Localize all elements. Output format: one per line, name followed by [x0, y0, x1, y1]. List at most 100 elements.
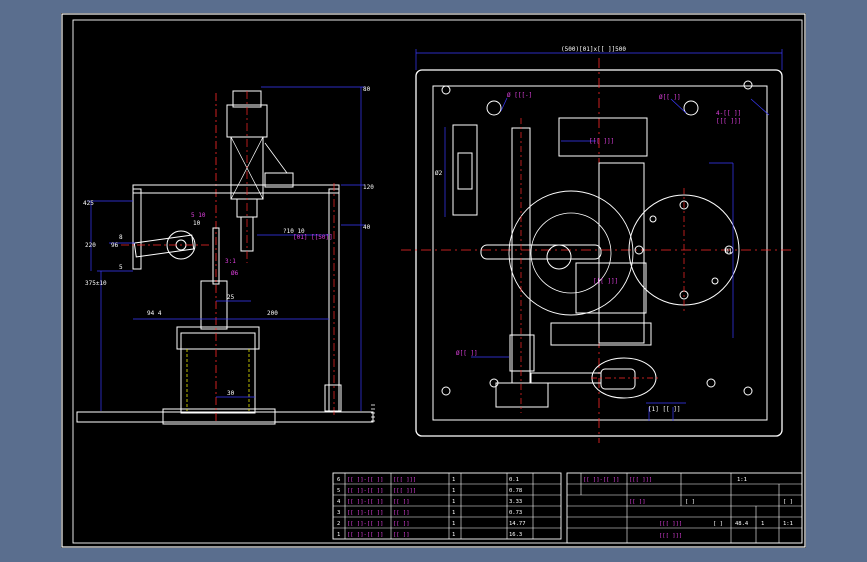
- plan-view: (500)[01]x[[ ]]500 Ø1 Ø2 [1] [[ ]] Ø [[[…: [401, 46, 793, 443]
- parts-cell-name: [[[ ]]]: [393, 477, 416, 483]
- left-guide: [452, 124, 478, 216]
- dim-right-top: 80: [363, 86, 371, 93]
- dim-bottom-width: 30: [227, 390, 235, 397]
- side-dim-text: 80 120 40 425 220 375±10 8 5 96 94 4 200…: [83, 86, 374, 397]
- tb-top-code: [[ ]]-[[ ]]: [583, 477, 619, 483]
- tb-sheet-a: [ ]: [713, 521, 723, 527]
- label-center-box: [[[ ]]]: [589, 138, 614, 145]
- left-guide-inner: [457, 152, 473, 190]
- parts-cell-weight: 0.1: [509, 477, 519, 483]
- label-cylinder-top: Ø6: [231, 270, 239, 277]
- dim-right-circle: Ø1: [725, 248, 733, 255]
- housing-bottom: [550, 322, 652, 346]
- parts-cell-weight: 3.33: [509, 499, 522, 505]
- housing-top: [558, 117, 648, 157]
- parts-cell-name: [[ ]]: [393, 499, 410, 505]
- parts-cell-code: [[ ]]-[[ ]]: [347, 532, 383, 538]
- parts-cell-code: [[ ]]-[[ ]]: [347, 488, 383, 494]
- dim-left-top: 425: [83, 200, 94, 207]
- parts-cell-no: 4: [337, 499, 341, 505]
- tb-scale-label: 1:1: [737, 477, 747, 483]
- parts-cell-qty: 1: [452, 521, 455, 527]
- column: [200, 280, 228, 330]
- label-pivot: [[[ ]]]: [593, 278, 618, 285]
- label-arm-note2: 3:1: [225, 258, 236, 265]
- housing-block: [575, 262, 647, 314]
- parts-cell-qty: 1: [452, 510, 455, 516]
- dim-arm-left: 94 4: [147, 310, 162, 317]
- tb-row2-right2: [ ]: [783, 499, 793, 505]
- label-plate-top-left: Ø [[[-]: [507, 92, 532, 99]
- lever-arm: [530, 372, 602, 384]
- bottom-bracket: [495, 382, 549, 408]
- label-arm-note: 5 10: [191, 212, 206, 219]
- tb-top-name: [[[ ]]]: [629, 477, 652, 483]
- label-center-hole: [01] [[50]]: [293, 234, 333, 241]
- dim-arm-small: 8: [119, 234, 123, 241]
- lever-slot: [600, 368, 636, 390]
- parts-cell-qty: 1: [452, 499, 455, 505]
- dim-bottom-small: [1] [[ ]]: [648, 406, 681, 413]
- parts-cell-weight: 0.78: [509, 488, 522, 494]
- arm-link: [133, 234, 195, 258]
- parts-cell-no: 5: [337, 488, 340, 494]
- tb-row2-right1: [ ]: [685, 499, 695, 505]
- parts-cell-name: [[ ]]: [393, 532, 410, 538]
- label-plate-top-right: Ø[[ ]]: [659, 94, 681, 101]
- link-bar: [480, 244, 602, 260]
- parts-cell-no: 3: [337, 510, 340, 516]
- dim-right-mid: 120: [363, 184, 374, 191]
- title-block: [[ ]]-[[ ]] [[[ ]]] [[[ ]]] [[[ ]]] [[ ]…: [566, 472, 803, 544]
- drawing-canvas[interactable]: 80 120 40 425 220 375±10 8 5 96 94 4 200…: [61, 13, 806, 548]
- dim-left-low: 375±10: [85, 280, 107, 287]
- parts-cell-qty: 1: [452, 488, 455, 494]
- side-centerlines: [121, 91, 248, 263]
- parts-cell-no: 6: [337, 477, 340, 483]
- parts-cell-name: [[[ ]]]: [393, 488, 416, 494]
- tb-title-sub: [[[ ]]]: [659, 533, 682, 539]
- tb-sheet-c: 1: [761, 521, 764, 527]
- side-dimensions: [87, 86, 365, 411]
- parts-cell-weight: 0.73: [509, 510, 522, 516]
- inner-border: [72, 19, 803, 544]
- left-disc-hub: [546, 244, 572, 270]
- dim-right-low: 40: [363, 224, 371, 231]
- parts-cell-no: 1: [337, 532, 340, 538]
- parts-cell-code: [[ ]]-[[ ]]: [347, 510, 383, 516]
- parts-cell-qty: 1: [452, 477, 455, 483]
- parts-cell-weight: 14.77: [509, 521, 526, 527]
- housing-center: [598, 162, 645, 344]
- parts-cell-name: [[ ]]: [393, 510, 410, 516]
- plan-inner-plate: [432, 85, 768, 421]
- plan-small-centerlines: [520, 118, 685, 413]
- parts-cell-code: [[ ]]-[[ ]]: [347, 477, 383, 483]
- parts-cell-weight: 16.3: [509, 532, 522, 538]
- dim-right-side-note: 10: [193, 220, 201, 227]
- cad-viewer: 80 120 40 425 220 375±10 8 5 96 94 4 200…: [0, 0, 867, 562]
- plan-dim-text: (500)[01]x[[ ]]500 Ø1 Ø2 [1] [[ ]]: [435, 46, 733, 413]
- dim-horizontal-low: 200: [267, 310, 278, 317]
- label-corner-note-2: [[[ ]]]: [716, 118, 741, 125]
- dim-horizontal-mid: 25: [227, 294, 235, 301]
- tb-sheet-d: 1:1: [783, 521, 793, 527]
- dim-top-overall: (500)[01]x[[ ]]500: [561, 46, 626, 53]
- parts-cell-name: [[ ]]: [393, 521, 410, 527]
- left-disc: [508, 190, 634, 316]
- cylinder-cap: [176, 326, 260, 350]
- tb-title-main: [[[ ]]]: [659, 521, 682, 527]
- dim-left-vertical: Ø2: [435, 170, 443, 177]
- dim-left-x: 96: [111, 242, 119, 249]
- parts-table: 6 [[ ]]-[[ ]] [[[ ]]] 1 0.1 5 [[ ]]-[[ ]] [[[ ]…: [332, 472, 562, 540]
- parts-cell-code: [[ ]]-[[ ]]: [347, 499, 383, 505]
- side-labels: 5 10 3:1 [01] [[50]] Ø6: [191, 212, 333, 277]
- corner-bolts: [441, 80, 753, 396]
- parts-cell-code: [[ ]]-[[ ]]: [347, 521, 383, 527]
- label-corner-note-1: 4-[[ ]]: [716, 110, 741, 117]
- tb-row2-mid: [[ ]]: [629, 499, 646, 505]
- drawing-sheet[interactable]: 80 120 40 425 220 375±10 8 5 96 94 4 200…: [61, 13, 806, 548]
- dim-arm-small2: 5: [119, 264, 123, 271]
- cylinder-body: [180, 332, 256, 414]
- label-bottom-left-tag: Ø[[ ]]: [456, 350, 478, 357]
- dim-left-mid: 220: [85, 242, 96, 249]
- bracket-diag: [264, 142, 288, 174]
